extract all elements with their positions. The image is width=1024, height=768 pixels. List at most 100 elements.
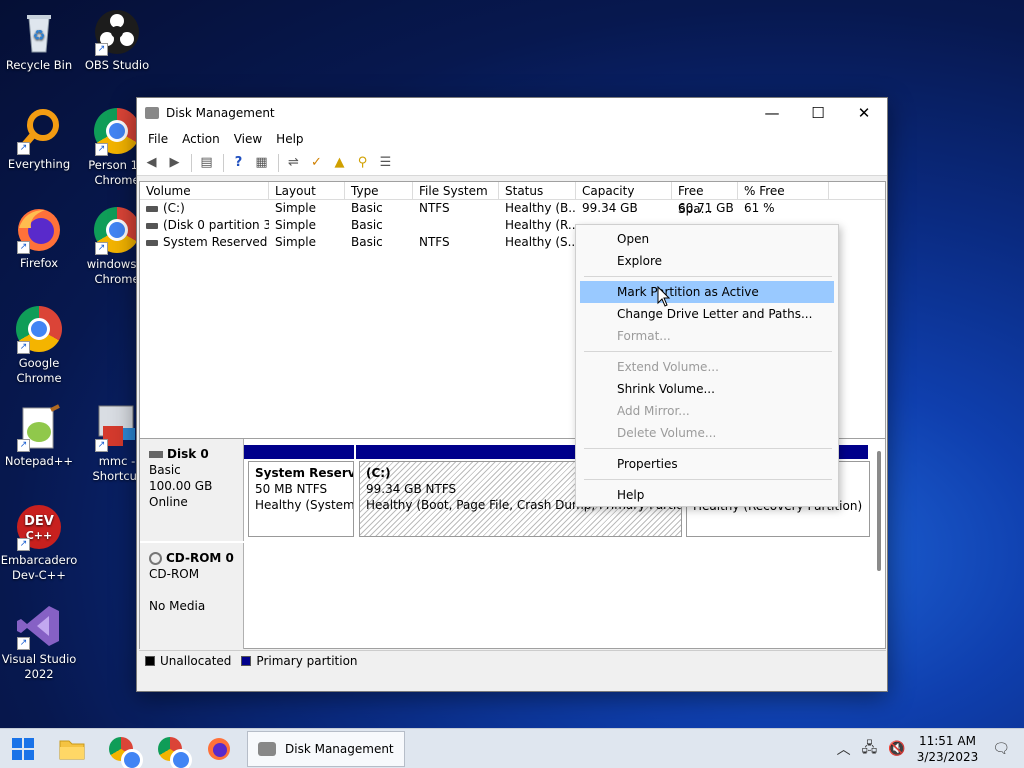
menu-item-mark-active[interactable]: Mark Partition as Active (580, 281, 834, 303)
cdrom-0-label[interactable]: CD-ROM 0 CD-ROM No Media (140, 543, 244, 649)
desktop-icon-everything[interactable]: ↗ Everything (0, 107, 78, 172)
clock[interactable]: 11:51 AM 3/23/2023 (917, 733, 979, 765)
col-percent-free[interactable]: % Free (738, 182, 829, 199)
obs-studio-icon: ↗ (93, 8, 141, 56)
menu-item-explore[interactable]: Explore (580, 250, 834, 272)
minimize-button[interactable]: — (749, 98, 795, 128)
firefox-taskbar-button[interactable] (199, 729, 239, 768)
chrome-icon: ↗ (93, 207, 141, 255)
menu-item-add-mirror[interactable]: Add Mirror... (580, 400, 834, 422)
chrome-taskbar-button[interactable] (101, 729, 143, 768)
legend-unallocated: Unallocated (160, 653, 232, 668)
firefox-icon: ↗ (15, 206, 63, 254)
forward-arrow-icon[interactable]: ▶ (164, 153, 185, 173)
menu-item-delete-volume[interactable]: Delete Volume... (580, 422, 834, 444)
chrome-profile-taskbar-button[interactable] (150, 729, 192, 768)
properties-icon[interactable]: ☰ (375, 153, 396, 173)
disk-management-icon (258, 741, 276, 756)
volume-list-header: Volume Layout Type File System Status Ca… (140, 182, 885, 216)
help-icon[interactable]: ? (228, 153, 249, 173)
volume-muted-icon[interactable]: 🔇 (888, 741, 905, 757)
col-free-space[interactable]: Free Spa... (672, 182, 738, 216)
desktop-icon-obs-studio[interactable]: ↗ OBS Studio (78, 8, 156, 73)
menu-action[interactable]: Action (175, 132, 227, 146)
notepad-plus-plus-icon: ↗ (15, 404, 63, 452)
drive-icon (146, 205, 158, 212)
system-tray: ︿ 🖧 🔇 11:51 AM 3/23/2023 🗨 (837, 729, 1024, 768)
menu-item-help[interactable]: Help (580, 484, 834, 506)
chrome-icon (158, 736, 192, 768)
desktop-icon-devcpp[interactable]: DEV C++ ↗ Embarcadero Dev-C++ (0, 503, 78, 583)
menu-item-properties[interactable]: Properties (580, 453, 834, 475)
disk-management-taskbar-button[interactable]: Disk Management (247, 730, 405, 767)
search-icon[interactable]: ⚲ (352, 153, 373, 173)
recycle-bin-icon: ♻ (15, 8, 63, 56)
partition-system-reserved[interactable]: System Reserved 50 MB NTFS Healthy (Syst… (248, 461, 354, 537)
menu-help[interactable]: Help (269, 132, 310, 146)
firefox-icon (208, 737, 230, 760)
col-status[interactable]: Status (499, 182, 576, 199)
chrome-icon (109, 736, 143, 768)
primary-partition-bar (244, 445, 354, 459)
desktop-icon-firefox[interactable]: ↗ Firefox (0, 206, 78, 271)
check-icon[interactable]: ✓ (306, 153, 327, 173)
file-explorer-taskbar-button[interactable] (52, 729, 92, 768)
toolbar: ◀ ▶ ▤ ? ▦ ⇌ ✓ ▲ ⚲ ☰ (137, 150, 887, 176)
menu-item-change-drive-letter[interactable]: Change Drive Letter and Paths... (580, 303, 834, 325)
show-hide-console-tree-icon[interactable]: ▤ (196, 153, 217, 173)
disk-map-scrollbar[interactable] (877, 451, 881, 571)
disk-0-label[interactable]: Disk 0 Basic 100.00 GB Online (140, 439, 244, 541)
menu-file[interactable]: File (141, 132, 175, 146)
menu-item-shrink-volume[interactable]: Shrink Volume... (580, 378, 834, 400)
drive-icon (146, 222, 158, 229)
primary-partition-swatch (241, 655, 252, 666)
menu-view[interactable]: View (227, 132, 269, 146)
col-type[interactable]: Type (345, 182, 413, 199)
desktop-icon-notepad-plus-plus[interactable]: ↗ Notepad++ (0, 404, 78, 469)
col-layout[interactable]: Layout (269, 182, 345, 199)
table-row[interactable]: (C:) Simple Basic NTFS Healthy (B... 99.… (140, 200, 885, 217)
notification-icon[interactable]: 🗨 (992, 741, 1010, 757)
everything-search-icon: ↗ (15, 107, 63, 155)
cd-rom-icon (149, 552, 162, 565)
start-button[interactable] (3, 729, 43, 768)
title-bar[interactable]: Disk Management — ☐ ✕ (137, 98, 887, 128)
mmc-console-icon: ↗ (93, 404, 141, 452)
mouse-cursor-icon (657, 286, 671, 307)
visual-studio-icon: ↗ (15, 602, 63, 650)
drive-icon (146, 239, 158, 246)
legend-primary: Primary partition (256, 653, 358, 668)
svg-text:DEV: DEV (24, 514, 54, 529)
desktop-icon-recycle-bin[interactable]: ♻ Recycle Bin (0, 8, 78, 73)
devcpp-icon: DEV C++ ↗ (15, 503, 63, 551)
window-title: Disk Management (166, 106, 275, 120)
chevron-up-icon[interactable]: ︿ (837, 739, 851, 759)
menu-bar: File Action View Help (137, 128, 887, 150)
folder-up-icon[interactable]: ▲ (329, 153, 350, 173)
folder-icon (59, 740, 85, 759)
connect-icon[interactable]: ⇌ (283, 153, 304, 173)
network-icon[interactable]: 🖧 (862, 737, 878, 761)
desktop-icon-google-chrome[interactable]: ↗ Google Chrome (0, 305, 78, 386)
desktop-icon-visual-studio[interactable]: ↗ Visual Studio 2022 (0, 602, 78, 682)
partition-context-menu: Open Explore Mark Partition as Active Ch… (575, 224, 839, 507)
menu-item-extend-volume[interactable]: Extend Volume... (580, 356, 834, 378)
svg-text:♻: ♻ (33, 28, 46, 44)
legend-bar: Unallocated Primary partition (139, 650, 886, 670)
show-hide-action-pane-icon[interactable]: ▦ (251, 153, 272, 173)
close-button[interactable]: ✕ (841, 98, 887, 128)
back-arrow-icon[interactable]: ◀ (141, 153, 162, 173)
menu-item-format[interactable]: Format... (580, 325, 834, 347)
unallocated-swatch (145, 655, 155, 666)
col-volume[interactable]: Volume (140, 182, 269, 199)
disk-management-app-icon (145, 107, 159, 119)
chrome-icon: ↗ (15, 306, 63, 354)
col-file-system[interactable]: File System (413, 182, 499, 199)
col-capacity[interactable]: Capacity (576, 182, 672, 199)
maximize-button[interactable]: ☐ (795, 98, 841, 128)
disk-icon (149, 451, 163, 458)
windows-start-icon (12, 737, 34, 760)
chrome-icon: ↗ (93, 108, 141, 156)
taskbar: Disk Management ︿ 🖧 🔇 11:51 AM 3/23/2023… (0, 728, 1024, 768)
menu-item-open[interactable]: Open (580, 228, 834, 250)
